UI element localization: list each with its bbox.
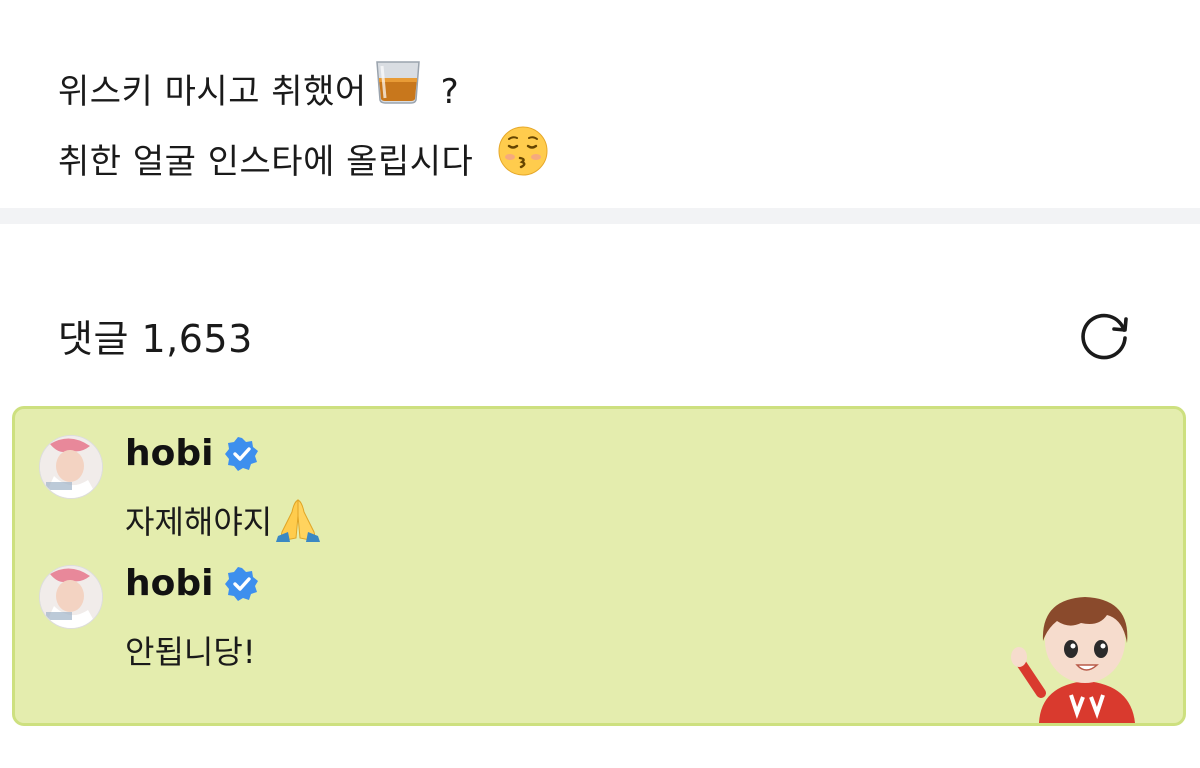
refresh-icon[interactable] — [1078, 308, 1132, 362]
character-sticker-icon — [1011, 597, 1135, 723]
tumbler-glass-icon — [373, 58, 423, 125]
kissing-face-icon — [479, 125, 549, 198]
post-line-1-suffix: ? — [440, 71, 460, 112]
post-text: 위스키 마시고 취했어 ? 취한 얼굴 인스타에 올립시다 — [58, 58, 549, 198]
comment-body: 자제해야지 — [125, 503, 273, 541]
comment-author-name: hobi — [125, 563, 214, 604]
comments-count: 댓글 1,653 — [58, 317, 253, 361]
verified-badge-icon — [225, 566, 259, 601]
post-line-1-text: 위스키 마시고 취했어 — [58, 71, 367, 112]
section-divider — [0, 208, 1200, 224]
comment-text: 안됩니당! — [125, 627, 256, 673]
comment-author[interactable]: hobi — [125, 433, 259, 474]
post-line-2: 취한 얼굴 인스타에 올립시다 — [58, 125, 549, 198]
folded-hands-icon — [276, 499, 321, 542]
avatar[interactable] — [39, 435, 103, 499]
avatar[interactable] — [39, 565, 103, 629]
post-line-2-text: 취한 얼굴 인스타에 올립시다 — [58, 141, 474, 182]
comment-text: 자제해야지 — [125, 497, 322, 543]
comment-body: 안됩니당! — [125, 633, 256, 671]
verified-badge-icon — [225, 436, 259, 471]
post-line-1: 위스키 마시고 취했어 ? — [58, 58, 549, 125]
comment-author-name: hobi — [125, 433, 214, 474]
comment-author[interactable]: hobi — [125, 563, 259, 604]
artist-comments-card: hobi 자제해야지 hobi 안됩니당! — [12, 406, 1186, 726]
